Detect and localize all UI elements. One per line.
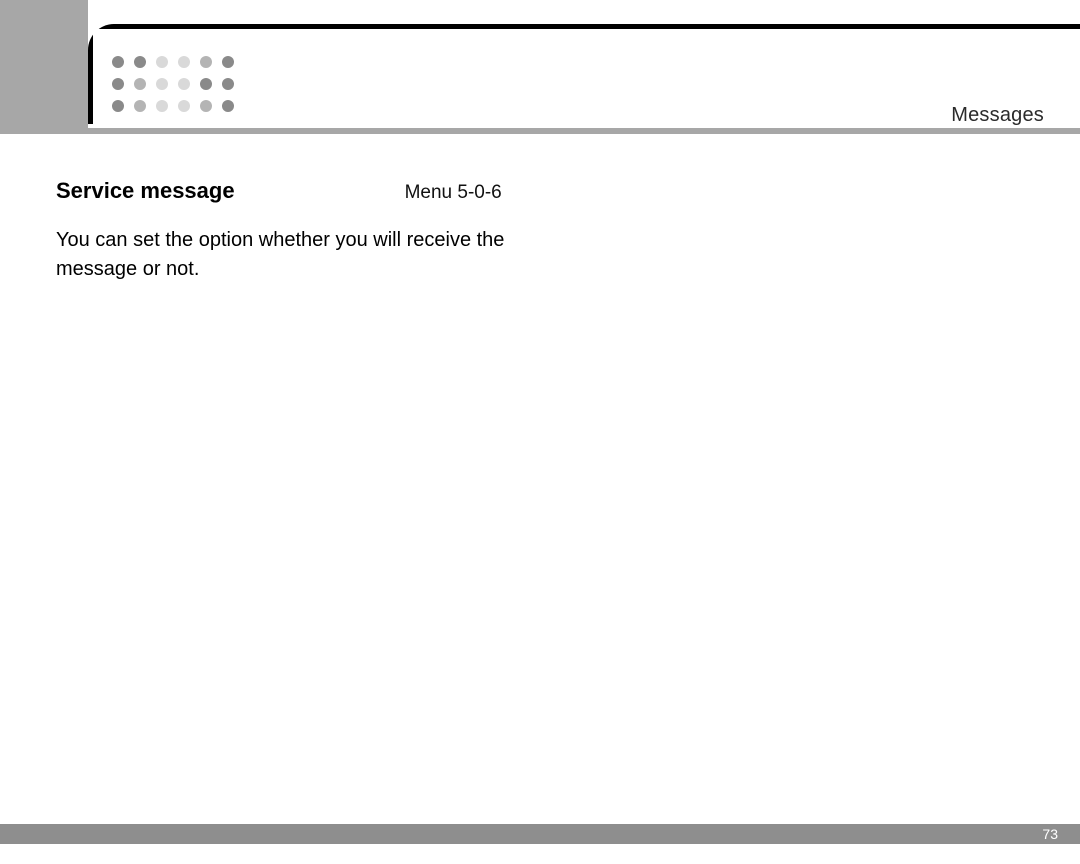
section-label: Messages bbox=[951, 104, 1044, 127]
dot-icon bbox=[178, 78, 190, 90]
page-number: 73 bbox=[1042, 826, 1058, 842]
dot-grid-icon bbox=[112, 56, 240, 118]
dot-icon bbox=[200, 100, 212, 112]
menu-path: Menu 5-0-6 bbox=[405, 182, 502, 204]
dot-icon bbox=[178, 56, 190, 68]
dot-icon bbox=[156, 78, 168, 90]
left-grey-block bbox=[0, 0, 88, 128]
footer-bar bbox=[0, 824, 1080, 844]
dot-icon bbox=[134, 78, 146, 90]
dot-icon bbox=[112, 78, 124, 90]
header-rule bbox=[0, 128, 1080, 134]
dot-icon bbox=[200, 78, 212, 90]
manual-page: { "header": { "section": "Messages" }, "… bbox=[0, 0, 1080, 864]
dot-icon bbox=[134, 100, 146, 112]
dot-icon bbox=[112, 56, 124, 68]
dot-icon bbox=[156, 100, 168, 112]
dot-icon bbox=[222, 56, 234, 68]
dot-icon bbox=[222, 78, 234, 90]
content-block: Service message Menu 5-0-6 You can set t… bbox=[56, 178, 560, 284]
content-body: You can set the option whether you will … bbox=[56, 226, 560, 284]
dot-icon bbox=[222, 100, 234, 112]
dot-icon bbox=[156, 56, 168, 68]
dot-icon bbox=[200, 56, 212, 68]
dot-icon bbox=[112, 100, 124, 112]
dot-icon bbox=[134, 56, 146, 68]
dot-icon bbox=[178, 100, 190, 112]
content-title: Service message bbox=[56, 178, 235, 204]
